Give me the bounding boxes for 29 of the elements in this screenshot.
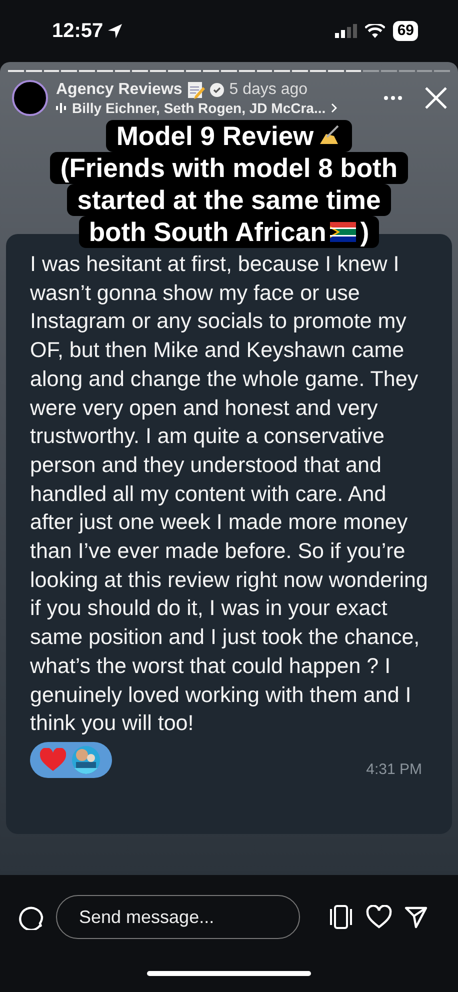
close-icon[interactable] [424,86,448,110]
send-icon[interactable] [404,905,428,929]
wifi-icon [365,24,386,38]
message-time: 4:31 PM [366,760,422,778]
heart-icon [40,748,66,772]
chevron-right-icon [330,102,338,112]
caption-text: Model 9 Review [116,120,314,152]
chat-bubble-icon[interactable] [18,904,44,930]
clock-time: 12:57 [52,20,104,42]
audio-bars-icon [56,102,68,114]
signal-icon [335,24,358,38]
phone-frame-icon[interactable] [328,904,354,930]
battery-level: 69 [393,21,418,41]
caption-text: both South African [88,216,326,248]
message-input[interactable]: Send message... [56,895,300,939]
flag-icon [330,222,356,242]
post-age: 5 days ago [229,80,308,98]
caption-text: (Friends with model 8 both [60,152,398,184]
caption-text: ) [360,216,370,248]
heart-outline-icon[interactable] [366,905,392,929]
more-icon[interactable] [384,96,402,100]
avatar[interactable] [12,80,48,116]
audio-credit[interactable]: Billy Eichner, Seth Rogen, JD McCra... [72,100,326,116]
account-name[interactable]: Agency Reviews [56,80,182,98]
message-text: I was hesitant at first, because I knew I wasn’t gonna show my face or use Instagram or any socials to promote my OF, but then Mike and Keyshawn came along and change the whole game. They were very open and honest and very trustworthy. I am quite a conservative person and they understood that and handled all my content with care. And after just one week I made more money than I’ve ever made before. So if you’re looking at this review right now wondering if you should do it, I was in your exact same position and I just took the chance, what’s the worst that could happen ? I genuinely loved working with them and I think you will too! [30,251,429,738]
reaction-pill[interactable] [30,742,112,778]
location-arrow-icon [107,23,124,39]
memo-pencil-icon [187,80,206,98]
caption-text: started at the same time [77,184,381,216]
